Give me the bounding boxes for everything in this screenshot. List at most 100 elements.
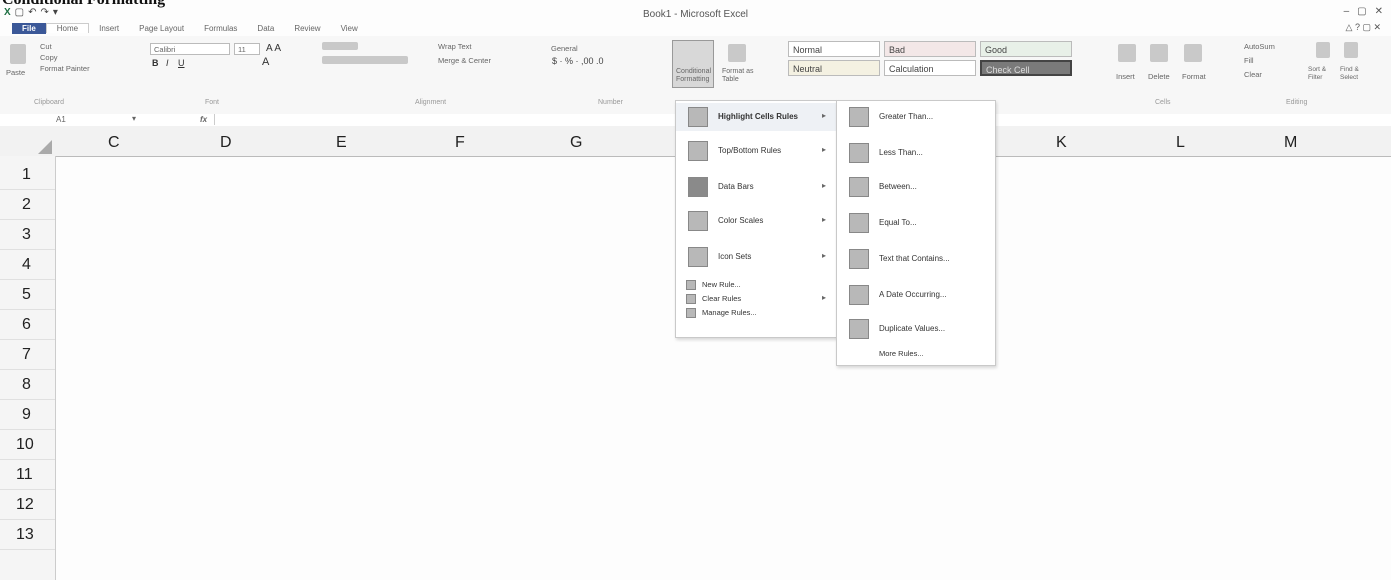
style-bad[interactable]: Bad	[884, 41, 976, 57]
column-header-g[interactable]: G	[570, 134, 582, 152]
name-box-dropdown-icon[interactable]: ▾	[132, 114, 136, 123]
submenu-item-text-contains[interactable]: Text that Contains...	[837, 245, 995, 273]
minimize-icon[interactable]: –	[1344, 6, 1350, 17]
tab-home[interactable]: Home	[45, 23, 90, 33]
menu-item-color-scales[interactable]: Color Scales ▸	[676, 207, 836, 235]
row-header[interactable]: 2	[0, 190, 55, 220]
tab-file[interactable]: File	[12, 22, 46, 34]
menu-item-clear-rules[interactable]: Clear Rules ▸	[676, 293, 836, 305]
tab-formulas[interactable]: Formulas	[194, 24, 247, 33]
menu-item-top-bottom-rules[interactable]: Top/Bottom Rules ▸	[676, 137, 836, 165]
column-header-f[interactable]: F	[455, 134, 465, 152]
format-cells-icon[interactable]	[1184, 44, 1202, 62]
tab-page-layout[interactable]: Page Layout	[129, 24, 194, 33]
column-header-d[interactable]: D	[220, 134, 232, 152]
fx-icon[interactable]: fx	[200, 115, 207, 124]
row-header[interactable]: 4	[0, 250, 55, 280]
submenu-item-less-than[interactable]: Less Than...	[837, 139, 995, 167]
delete-cells-icon[interactable]	[1150, 44, 1168, 62]
menu-item-data-bars[interactable]: Data Bars ▸	[676, 173, 836, 201]
row-header[interactable]: 12	[0, 490, 55, 520]
menu-item-icon-sets[interactable]: Icon Sets ▸	[676, 243, 836, 271]
sort-filter-icon[interactable]	[1316, 42, 1330, 58]
insert-button[interactable]: Insert	[1116, 72, 1135, 81]
submenu-item-duplicate-values[interactable]: Duplicate Values...	[837, 315, 995, 343]
sort-filter-button[interactable]: Sort & Filter	[1308, 66, 1338, 82]
row-header[interactable]: 3	[0, 220, 55, 250]
formula-input[interactable]	[214, 114, 675, 125]
close-icon[interactable]: ✕	[1375, 6, 1383, 17]
submenu-item-more-rules[interactable]: More Rules...	[879, 349, 924, 358]
row-header[interactable]: 5	[0, 280, 55, 310]
wrap-text-button[interactable]: Wrap Text	[438, 42, 472, 51]
select-all-corner[interactable]	[38, 140, 52, 154]
menu-item-manage-rules[interactable]: Manage Rules...	[676, 307, 836, 319]
style-normal[interactable]: Normal	[788, 41, 880, 57]
fill-button[interactable]: Fill	[1244, 56, 1254, 65]
font-grow-shrink-icon[interactable]: A A	[266, 43, 281, 54]
find-select-button[interactable]: Find & Select	[1340, 66, 1370, 82]
menu-item-label: Clear Rules	[702, 294, 742, 303]
clear-button[interactable]: Clear	[1244, 70, 1262, 79]
paste-icon[interactable]	[10, 44, 26, 64]
tab-review[interactable]: Review	[284, 24, 330, 33]
style-good[interactable]: Good	[980, 41, 1072, 57]
tab-view[interactable]: View	[331, 24, 368, 33]
autosum-button[interactable]: AutoSum	[1244, 42, 1275, 51]
submenu-item-between[interactable]: Between...	[837, 173, 995, 201]
row-header[interactable]: 8	[0, 370, 55, 400]
format-as-table-button[interactable]: Format as Table	[722, 68, 762, 84]
number-format-icons[interactable]: $ · % · ,00 .0	[552, 56, 604, 66]
font-size-combo[interactable]: 11	[234, 43, 260, 55]
merge-center-button[interactable]: Merge & Center	[438, 56, 491, 65]
menu-item-new-rule[interactable]: New Rule...	[676, 279, 836, 291]
align-top-icon[interactable]	[322, 42, 358, 50]
format-as-table-icon[interactable]	[728, 44, 746, 62]
submenu-item-date-occurring[interactable]: A Date Occurring...	[837, 281, 995, 309]
column-header-l[interactable]: L	[1176, 134, 1185, 152]
number-format-combo[interactable]: General	[548, 43, 658, 55]
copy-button[interactable]: Copy	[40, 53, 58, 62]
find-select-icon[interactable]	[1344, 42, 1358, 58]
cut-button[interactable]: Cut	[40, 42, 52, 51]
style-check-cell[interactable]: Check Cell	[980, 60, 1072, 76]
format-painter-button[interactable]: Format Painter	[40, 64, 90, 73]
row-header[interactable]: 11	[0, 460, 55, 490]
row-header[interactable]: 1	[0, 160, 55, 190]
new-rule-icon	[686, 280, 696, 290]
title-bar: X ▢ ↶ ↷ ▾ Book1 - Microsoft Excel – ▢ ✕	[0, 4, 1391, 20]
clear-rules-icon	[686, 294, 696, 304]
row-header[interactable]: 9	[0, 400, 55, 430]
style-neutral[interactable]: Neutral	[788, 60, 880, 76]
tab-data[interactable]: Data	[247, 24, 284, 33]
delete-button[interactable]: Delete	[1148, 72, 1170, 81]
row-header[interactable]: 7	[0, 340, 55, 370]
tab-insert[interactable]: Insert	[89, 24, 129, 33]
font-name-combo[interactable]: Calibri	[150, 43, 230, 55]
menu-item-highlight-cells-rules[interactable]: Highlight Cells Rules ▸	[676, 103, 836, 131]
format-button[interactable]: Format	[1182, 72, 1206, 81]
name-box[interactable]: A1	[56, 115, 66, 124]
window-controls: – ▢ ✕	[1344, 6, 1383, 17]
style-calculation[interactable]: Calculation	[884, 60, 976, 76]
insert-cells-icon[interactable]	[1118, 44, 1136, 62]
row-header[interactable]: 6	[0, 310, 55, 340]
row-header[interactable]: 10	[0, 430, 55, 460]
column-header-c[interactable]: C	[108, 134, 120, 152]
row-header[interactable]: 13	[0, 520, 55, 550]
italic-button[interactable]: I	[166, 58, 169, 68]
submenu-item-equal-to[interactable]: Equal To...	[837, 209, 995, 237]
submenu-arrow-icon: ▸	[821, 145, 826, 154]
align-center-icon[interactable]	[322, 56, 408, 64]
column-header-e[interactable]: E	[336, 134, 347, 152]
column-header-m[interactable]: M	[1284, 134, 1297, 152]
underline-button[interactable]: U	[178, 58, 185, 68]
menu-item-label: Data Bars	[718, 182, 754, 191]
paste-button[interactable]: Paste	[6, 68, 25, 77]
submenu-item-greater-than[interactable]: Greater Than...	[837, 103, 995, 131]
column-header-k[interactable]: K	[1056, 134, 1067, 152]
maximize-icon[interactable]: ▢	[1357, 6, 1366, 17]
bold-button[interactable]: B	[152, 58, 159, 68]
help-icon[interactable]: △ ? ▢ ✕	[1346, 22, 1381, 33]
font-color-icon[interactable]: A	[262, 56, 269, 68]
